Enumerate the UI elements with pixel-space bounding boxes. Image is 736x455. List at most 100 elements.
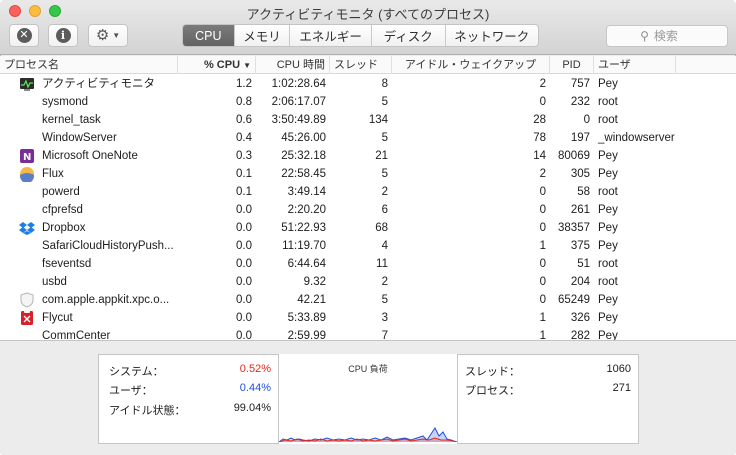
idle-label: アイドル状態： bbox=[109, 405, 186, 417]
process-id: 58 bbox=[577, 186, 590, 198]
process-name: sysmond bbox=[42, 96, 89, 108]
idle-value: 99.04% bbox=[233, 402, 271, 414]
shield-icon bbox=[19, 292, 35, 308]
idle-wakeups: 0 bbox=[539, 186, 546, 198]
process-id: 0 bbox=[583, 114, 590, 126]
cpu-percent: 0.6 bbox=[236, 114, 252, 126]
process-user: _windowserver bbox=[598, 132, 675, 144]
thread-count: 4 bbox=[381, 240, 388, 252]
process-name: Flycut bbox=[42, 312, 73, 324]
process-list: アクティビティモニタ 1.2 1:02:28.64 8 2 757 Pey sysmond 0.… bbox=[0, 75, 736, 340]
table-row[interactable]: N Microsoft OneNote 0.3 25:32.18 21 14 80069 Pe… bbox=[0, 147, 736, 165]
search-icon: ⚲ bbox=[640, 29, 649, 43]
table-row[interactable]: cfprefsd 0.0 2:20.20 6 0 261 Pey bbox=[0, 201, 736, 219]
threads-value: 1060 bbox=[606, 363, 631, 375]
column-header-threads[interactable]: スレッド bbox=[330, 56, 392, 74]
process-user: Pey bbox=[598, 330, 618, 340]
process-id: 375 bbox=[570, 240, 590, 252]
process-user: root bbox=[598, 276, 618, 288]
search-field[interactable]: ⚲ bbox=[606, 25, 728, 47]
column-header-user[interactable]: ユーザ bbox=[594, 56, 676, 74]
idle-wakeups: 1 bbox=[539, 312, 546, 324]
column-header-cpu[interactable]: % CPU ▼ bbox=[178, 56, 256, 74]
table-row[interactable]: Flux 0.1 22:58.45 5 2 305 Pey bbox=[0, 165, 736, 183]
process-id: 261 bbox=[570, 204, 590, 216]
idle-wakeups: 28 bbox=[533, 114, 546, 126]
table-row[interactable]: Dropbox 0.0 51:22.93 68 0 38357 Pey bbox=[0, 219, 736, 237]
info-icon: i bbox=[55, 28, 71, 43]
process-id: 232 bbox=[570, 96, 590, 108]
table-row[interactable]: usbd 0.0 9.32 2 0 204 root bbox=[0, 273, 736, 291]
tab-energy[interactable]: エネルギー bbox=[290, 25, 372, 46]
inspect-process-button[interactable]: i bbox=[48, 24, 78, 47]
process-name: WindowServer bbox=[42, 132, 117, 144]
sort-descending-icon: ▼ bbox=[243, 61, 251, 70]
table-row[interactable]: WindowServer 0.4 45:26.00 5 78 197 _windowserv… bbox=[0, 129, 736, 147]
flux-icon bbox=[19, 166, 35, 183]
column-header-pid[interactable]: PID bbox=[550, 56, 594, 74]
cpu-time: 1:02:28.64 bbox=[271, 78, 326, 90]
column-header-cpu-time[interactable]: CPU 時間 bbox=[256, 56, 330, 74]
actions-menu-button[interactable]: ⚙ ▼ bbox=[88, 24, 128, 47]
processes-value: 271 bbox=[612, 382, 631, 394]
tab-cpu[interactable]: CPU bbox=[183, 25, 235, 46]
table-row[interactable]: Flycut 0.0 5:33.89 3 1 326 Pey bbox=[0, 309, 736, 327]
cpu-percent: 0.1 bbox=[236, 168, 252, 180]
cpu-time: 25:32.18 bbox=[281, 150, 326, 162]
thread-count: 134 bbox=[368, 114, 388, 126]
summary-panel: システム： 0.52% ユーザ： 0.44% アイドル状態： 99.04% スレ… bbox=[0, 340, 736, 455]
process-name: アクティビティモニタ bbox=[42, 78, 156, 90]
thread-count: 2 bbox=[381, 276, 388, 288]
table-row[interactable]: アクティビティモニタ 1.2 1:02:28.64 8 2 757 Pey bbox=[0, 75, 736, 93]
idle-wakeups: 2 bbox=[539, 168, 546, 180]
table-row[interactable]: com.apple.appkit.xpc.o... 0.0 42.21 5 0 65249… bbox=[0, 291, 736, 309]
cpu-percent: 0.0 bbox=[236, 276, 252, 288]
tab-network[interactable]: ネットワーク bbox=[446, 25, 538, 46]
cpu-percent: 0.0 bbox=[236, 258, 252, 270]
window-title: アクティビティモニタ (すべてのプロセス) bbox=[246, 7, 490, 22]
column-header-process-name[interactable]: プロセス名 bbox=[0, 56, 178, 74]
table-row[interactable]: SafariCloudHistoryPush... 0.0 11:19.70 4 1 37… bbox=[0, 237, 736, 255]
thread-count: 5 bbox=[381, 168, 388, 180]
activity-monitor-window: アクティビティモニタ (すべてのプロセス) ✕ i ⚙ ▼ CPU メモリ エネ… bbox=[0, 0, 736, 455]
stop-process-icon: ✕ bbox=[16, 28, 32, 43]
cpu-time: 22:58.45 bbox=[281, 168, 326, 180]
search-input[interactable] bbox=[653, 29, 694, 43]
table-row[interactable]: kernel_task 0.6 3:50:49.89 134 28 0 root bbox=[0, 111, 736, 129]
onenote-icon: N bbox=[19, 148, 35, 164]
thread-count: 6 bbox=[381, 204, 388, 216]
cpu-load-chart bbox=[279, 427, 457, 442]
cpu-time: 51:22.93 bbox=[281, 222, 326, 234]
svg-text:N: N bbox=[23, 152, 31, 163]
thread-count: 7 bbox=[381, 330, 388, 340]
cpu-percent: 0.1 bbox=[236, 186, 252, 198]
toolbar: アクティビティモニタ (すべてのプロセス) ✕ i ⚙ ▼ CPU メモリ エネ… bbox=[0, 0, 736, 55]
idle-wakeups: 0 bbox=[539, 276, 546, 288]
process-user: Pey bbox=[598, 78, 618, 90]
process-name: cfprefsd bbox=[42, 204, 83, 216]
thread-count: 5 bbox=[381, 96, 388, 108]
process-user: root bbox=[598, 114, 618, 126]
idle-wakeups: 0 bbox=[539, 204, 546, 216]
table-row[interactable]: fseventsd 0.0 6:44.64 11 0 51 root bbox=[0, 255, 736, 273]
tab-disk[interactable]: ディスク bbox=[372, 25, 446, 46]
cpu-percent: 0.0 bbox=[236, 222, 252, 234]
column-header-idle-wakeups[interactable]: アイドル・ウェイクアップ bbox=[392, 56, 550, 74]
column-header-cpu-label: % CPU bbox=[203, 59, 241, 71]
process-user: Pey bbox=[598, 312, 618, 324]
processes-label: プロセス： bbox=[465, 385, 520, 397]
table-row[interactable]: powerd 0.1 3:49.14 2 0 58 root bbox=[0, 183, 736, 201]
idle-wakeups: 2 bbox=[539, 78, 546, 90]
table-row[interactable]: CommCenter 0.0 2:59.99 7 1 282 Pey bbox=[0, 327, 736, 340]
tab-memory[interactable]: メモリ bbox=[235, 25, 291, 46]
thread-count: 8 bbox=[381, 78, 388, 90]
idle-wakeups: 0 bbox=[539, 294, 546, 306]
process-id: 204 bbox=[570, 276, 590, 288]
cpu-percent: 0.0 bbox=[236, 240, 252, 252]
stop-process-button[interactable]: ✕ bbox=[9, 24, 39, 47]
table-row[interactable]: sysmond 0.8 2:06:17.07 5 0 232 root bbox=[0, 93, 736, 111]
process-user: Pey bbox=[598, 294, 618, 306]
cpu-time: 5:33.89 bbox=[287, 312, 326, 324]
cpu-percent: 0.0 bbox=[236, 294, 252, 306]
cpu-percent: 0.0 bbox=[236, 204, 252, 216]
